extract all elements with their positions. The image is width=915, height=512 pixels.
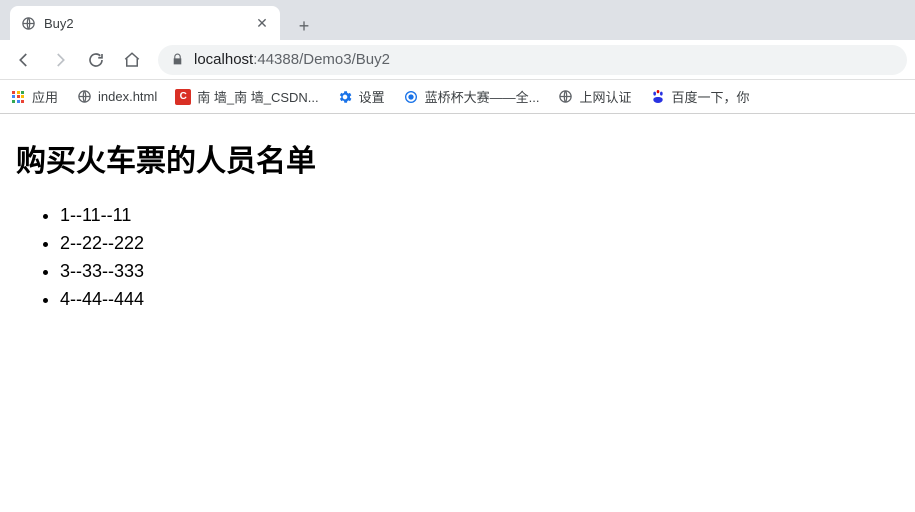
- list-item: 2--22--222: [60, 230, 899, 258]
- url-path: /Demo3/Buy2: [299, 51, 390, 68]
- address-bar[interactable]: localhost:44388/Demo3/Buy2: [158, 45, 907, 75]
- gear-icon: [337, 89, 353, 105]
- browser-tab[interactable]: Buy2 ✕: [10, 6, 280, 40]
- csdn-icon: C: [175, 89, 191, 105]
- url-text: localhost:44388/Demo3/Buy2: [194, 51, 390, 68]
- globe-icon: [557, 89, 573, 105]
- bookmark-label: index.html: [98, 89, 157, 104]
- bookmark-label: 南 墙_南 墙_CSDN...: [197, 87, 318, 106]
- bookmarks-bar: 应用 index.html C 南 墙_南 墙_CSDN... 设置 蓝桥杯大赛…: [0, 80, 915, 114]
- close-icon[interactable]: ✕: [254, 15, 270, 31]
- bookmark-index[interactable]: index.html: [76, 89, 157, 105]
- bookmark-auth[interactable]: 上网认证: [557, 87, 631, 106]
- url-host: localhost: [194, 51, 253, 68]
- bookmark-csdn[interactable]: C 南 墙_南 墙_CSDN...: [175, 87, 318, 106]
- bookmark-label: 百度一下，你: [672, 87, 750, 106]
- globe-icon: [76, 89, 92, 105]
- page-content: 购买火车票的人员名单 1--11--11 2--22--222 3--33--3…: [0, 114, 915, 336]
- baidu-icon: [650, 89, 666, 105]
- forward-button[interactable]: [44, 44, 76, 76]
- bookmark-label: 应用: [32, 87, 58, 106]
- lock-icon: [170, 53, 184, 67]
- reload-button[interactable]: [80, 44, 112, 76]
- list-item: 3--33--333: [60, 258, 899, 286]
- bookmark-apps[interactable]: 应用: [10, 87, 58, 106]
- list-item: 1--11--11: [60, 202, 899, 230]
- bookmark-label: 设置: [359, 87, 385, 106]
- url-port: :44388: [253, 51, 299, 68]
- bookmark-baidu[interactable]: 百度一下，你: [650, 87, 750, 106]
- apps-icon: [10, 89, 26, 105]
- bookmark-label: 上网认证: [579, 87, 631, 106]
- new-tab-button[interactable]: +: [290, 12, 318, 40]
- globe-icon: [20, 15, 36, 31]
- page-title: 购买火车票的人员名单: [16, 136, 899, 180]
- person-list: 1--11--11 2--22--222 3--33--333 4--44--4…: [16, 202, 899, 314]
- tab-title: Buy2: [44, 16, 246, 31]
- home-button[interactable]: [116, 44, 148, 76]
- list-item: 4--44--444: [60, 286, 899, 314]
- bookmark-label: 蓝桥杯大赛——全...: [425, 87, 540, 106]
- toolbar: localhost:44388/Demo3/Buy2: [0, 40, 915, 80]
- lanqiao-icon: [403, 89, 419, 105]
- back-button[interactable]: [8, 44, 40, 76]
- bookmark-lanqiao[interactable]: 蓝桥杯大赛——全...: [403, 87, 540, 106]
- bookmark-settings[interactable]: 设置: [337, 87, 385, 106]
- tab-strip: Buy2 ✕ +: [0, 0, 915, 40]
